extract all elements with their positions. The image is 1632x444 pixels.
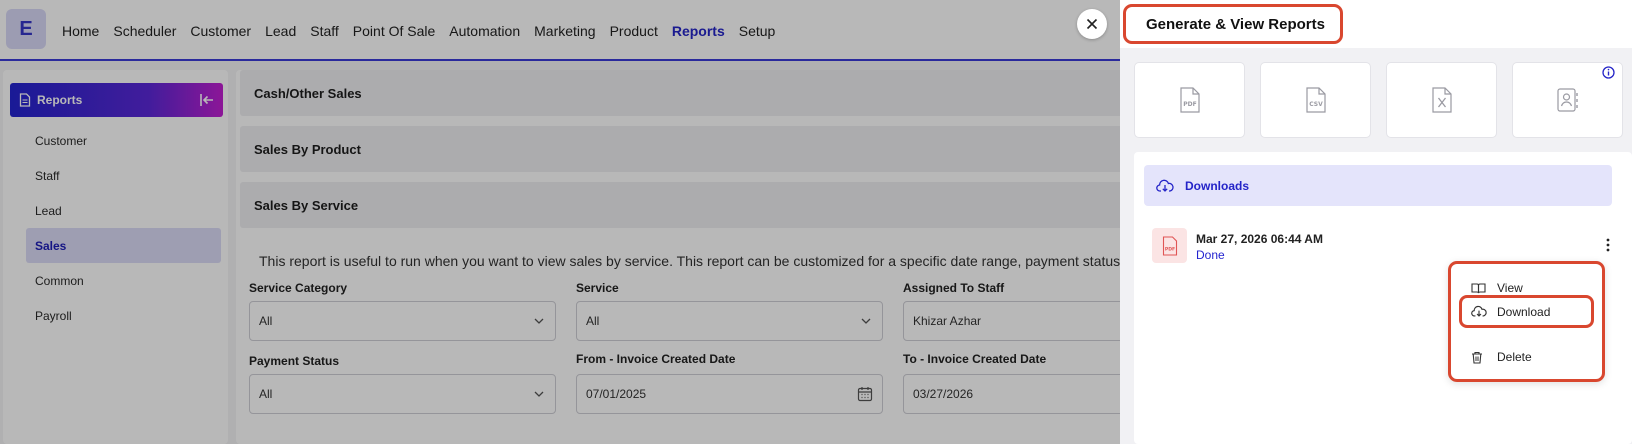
download-item-date: Mar 27, 2026 06:44 AM [1196,232,1323,246]
cloud-download-icon [1156,179,1174,193]
download-item-status: Done [1196,248,1225,262]
downloads-label: Downloads [1185,178,1250,193]
pdf-icon: PDF [1179,87,1201,113]
info-icon[interactable] [1602,66,1615,79]
export-csv-card[interactable]: CSV [1260,62,1371,138]
panel-title: Generate & View Reports [1123,4,1343,44]
svg-text:CSV: CSV [1309,101,1323,108]
pdf-file-icon: PDF [1152,228,1187,263]
export-pdf-card[interactable]: PDF [1134,62,1245,138]
cloud-download-icon [1471,305,1487,318]
close-panel-button[interactable] [1077,9,1107,39]
svg-text:PDF: PDF [1164,246,1174,252]
download-item-menu: View Download Delete [1448,261,1605,382]
contact-report-icon [1556,87,1580,113]
csv-icon: CSV [1305,87,1327,113]
menu-delete-label: Delete [1497,350,1532,364]
book-open-icon [1471,282,1487,294]
modal-backdrop[interactable] [0,0,1120,444]
svg-text:PDF: PDF [1183,101,1196,108]
panel-header: Generate & View Reports [1120,0,1632,48]
trash-icon [1471,351,1487,364]
downloads-header[interactable]: Downloads [1144,165,1612,206]
xls-icon [1431,87,1453,113]
more-options-icon[interactable] [1606,238,1610,252]
menu-delete[interactable]: Delete [1451,342,1602,372]
close-icon [1086,18,1098,30]
menu-download-label: Download [1497,304,1551,319]
export-xls-card[interactable] [1386,62,1497,138]
menu-download[interactable]: Download [1459,295,1594,328]
menu-view-label: View [1497,281,1523,295]
